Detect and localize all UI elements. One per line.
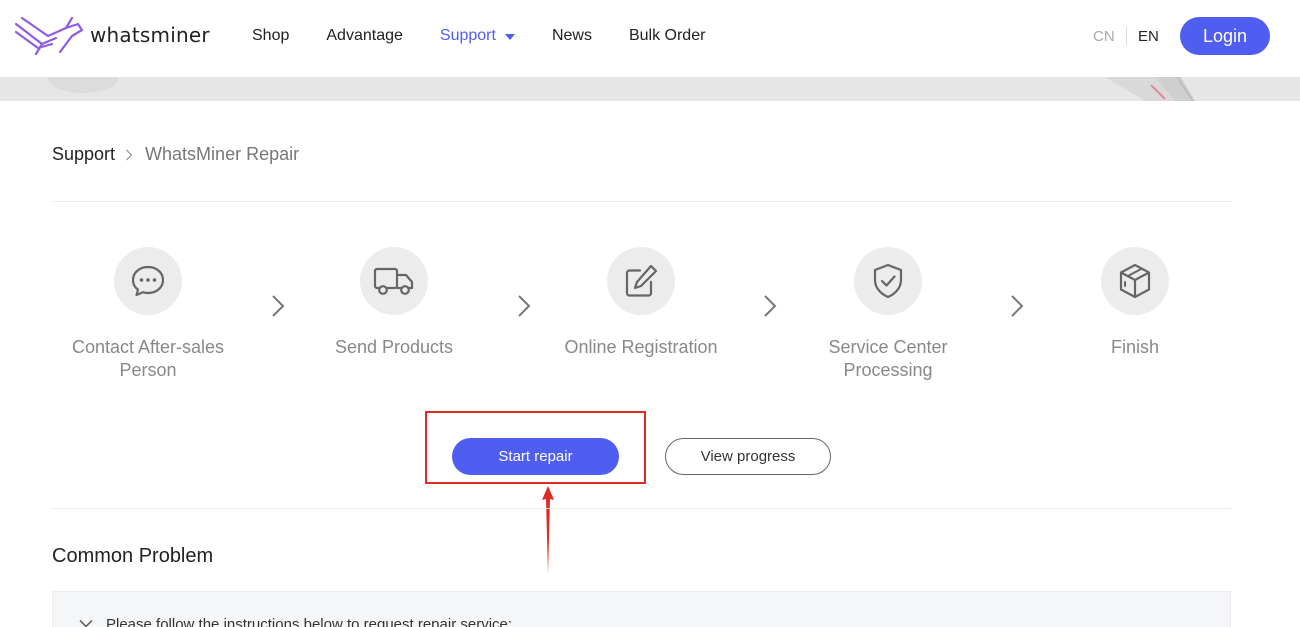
- step-contact: Contact After-sales Person: [48, 247, 248, 382]
- divider-middle: [52, 508, 1231, 509]
- box-icon: [1119, 263, 1151, 299]
- common-problem-title: Common Problem: [52, 545, 214, 567]
- step-icon-circle: [114, 247, 182, 315]
- faq-item-text: Please follow the instructions below to …: [106, 616, 513, 627]
- nav-advantage-label: Advantage: [326, 27, 403, 44]
- step-label: Service Center Processing: [828, 337, 948, 380]
- step-label: Finish: [1110, 337, 1159, 357]
- nav-shop-label: Shop: [252, 27, 290, 44]
- step-icon-circle: [607, 247, 675, 315]
- step-label: Online Registration: [564, 337, 718, 357]
- nav-advantage[interactable]: Advantage: [326, 27, 403, 45]
- lang-cn-link[interactable]: CN: [1093, 28, 1115, 45]
- nav-bulk-order-label: Bulk Order: [628, 27, 706, 44]
- step-service-center: Service Center Processing: [788, 247, 988, 382]
- nav-news-label: News: [551, 27, 592, 44]
- hero-banner-strip: [0, 77, 1300, 101]
- top-header: whatsminer Shop Advantage Support News B…: [0, 0, 1300, 77]
- view-progress-button[interactable]: View progress: [665, 438, 831, 475]
- chevron-down-icon: [79, 619, 93, 627]
- nav-support[interactable]: Support: [440, 27, 515, 45]
- step-arrow-icon: [518, 295, 531, 317]
- nav-support-label: Support: [439, 27, 496, 44]
- chevron-right-icon: [125, 149, 133, 161]
- step-arrow-icon: [272, 295, 285, 317]
- step-arrow-icon: [764, 295, 777, 317]
- breadcrumb: Support WhatsMiner Repair: [52, 144, 299, 165]
- nav-shop[interactable]: Shop: [252, 27, 289, 45]
- breadcrumb-support-link[interactable]: Support: [52, 144, 115, 165]
- step-icon-circle: [854, 247, 922, 315]
- divider-top: [52, 201, 1231, 202]
- shield-check-icon: [873, 263, 903, 299]
- step-icon-circle: [360, 247, 428, 315]
- faq-item[interactable]: Please follow the instructions below to …: [52, 591, 1231, 627]
- edit-icon: [625, 264, 658, 297]
- step-arrow-icon: [1011, 295, 1024, 317]
- caret-down-icon: [504, 34, 515, 40]
- step-label: Send Products: [334, 337, 454, 357]
- annotation-arrow-icon: [542, 486, 554, 574]
- lang-en-link[interactable]: EN: [1138, 28, 1159, 45]
- breadcrumb-current: WhatsMiner Repair: [145, 144, 300, 164]
- step-label: Contact After-sales Person: [71, 337, 225, 380]
- step-send: Send Products: [294, 247, 494, 359]
- step-icon-circle: [1101, 247, 1169, 315]
- main-nav: Shop Advantage Support News Bulk Order: [252, 27, 742, 45]
- nav-bulk-order[interactable]: Bulk Order: [629, 27, 705, 45]
- step-registration: Online Registration: [541, 247, 741, 359]
- banner-decoration: [48, 77, 118, 93]
- annotation-highlight-box: [425, 411, 646, 484]
- logo-text: whatsminer: [90, 23, 210, 47]
- lang-separator: [1126, 27, 1127, 45]
- horse-logo-icon: [14, 16, 84, 56]
- truck-icon: [373, 267, 414, 295]
- login-button[interactable]: Login: [1180, 17, 1270, 55]
- banner-product-image: [1105, 77, 1195, 101]
- chat-icon: [131, 265, 165, 297]
- brand-logo[interactable]: whatsminer: [12, 14, 210, 56]
- nav-news[interactable]: News: [552, 27, 592, 45]
- step-finish: Finish: [1035, 247, 1235, 359]
